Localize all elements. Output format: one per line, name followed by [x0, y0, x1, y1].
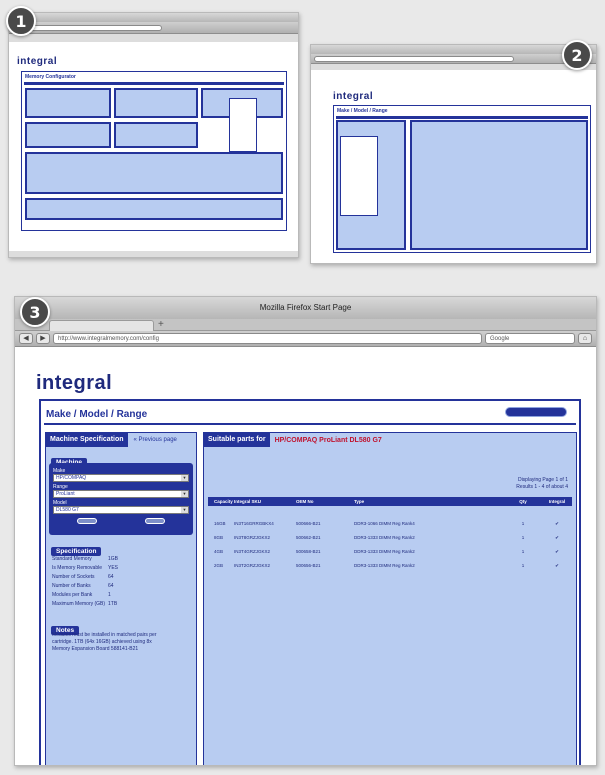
spec-row: Standard Memory 1GB	[52, 556, 119, 562]
selected-machine: HP/COMPAQ ProLiant DL580 G7	[274, 436, 382, 444]
model-select[interactable]: DL580 G7 ▼	[53, 506, 189, 514]
bookmarks-bar	[9, 34, 298, 42]
results-panel	[410, 120, 588, 250]
screenshot-1: integral Memory Configurator	[8, 12, 299, 258]
back-icon[interactable]: ◀	[19, 333, 33, 344]
page-content: integral Make / Model / Range Machine Sp…	[15, 347, 596, 765]
tab-bar: +	[15, 319, 596, 331]
window-titlebar	[311, 45, 596, 54]
reset-button[interactable]	[77, 518, 97, 524]
page-title: Make / Model / Range	[337, 108, 388, 114]
part-search-box	[114, 122, 198, 148]
table-row: 8GB IN3T8GRZJGKX2 500662-B21 DDR3-1333 D…	[208, 533, 572, 543]
address-bar[interactable]: http://www.integralmemory.com/config	[53, 333, 482, 344]
range-panel: Make / Model / Range	[333, 105, 591, 253]
results-panel: Suitable parts for HP/COMPAQ ProLiant DL…	[203, 432, 577, 765]
main-panel: Make / Model / Range Machine Specificati…	[39, 399, 581, 765]
add-to-basket-icon[interactable]: ✔	[542, 547, 572, 557]
screenshot-2: integral Make / Model / Range	[310, 44, 597, 264]
spec-row: Maximum Memory (GB) 1TB	[52, 601, 118, 607]
machine-box: Make HP/COMPAQ ▼ Range ProLiant ▼ Model DL…	[49, 463, 193, 535]
model-list[interactable]	[340, 136, 378, 216]
window-title: Mozilla Firefox Start Page	[15, 297, 596, 319]
make-select[interactable]: HP/COMPAQ ▼	[53, 474, 189, 482]
configurator-panel: Memory Configurator	[21, 71, 287, 231]
notes-text: Modules must be installed in matched pai…	[52, 632, 157, 652]
new-tab-icon[interactable]: +	[158, 319, 164, 330]
browser-toolbar	[311, 54, 596, 64]
chevron-down-icon: ▼	[181, 507, 188, 513]
product-range-box	[25, 198, 283, 220]
screenshot-3: Mozilla Firefox Start Page + ◀ ▶ http://…	[14, 296, 597, 766]
add-to-basket-icon[interactable]: ✔	[542, 561, 572, 571]
intro-box	[25, 88, 111, 118]
status-bar	[9, 251, 298, 257]
browser-tab[interactable]	[49, 320, 154, 331]
manufacturer-box	[25, 152, 283, 194]
product-range-button[interactable]	[505, 407, 567, 417]
spec-list: Standard Memory 1GB Is Memory Removable YE…	[52, 555, 118, 609]
panel-title: Machine Specification	[46, 433, 128, 447]
results-title: Suitable parts for	[204, 433, 270, 447]
site-logo: integral	[333, 91, 374, 102]
quick-search-box	[25, 122, 111, 148]
table-row: 16GB IN3T16GRRGBKX4 500666-B21 DDR3-1066…	[208, 519, 572, 529]
home-icon[interactable]: ⌂	[578, 333, 592, 344]
search-box[interactable]: Google	[485, 333, 575, 344]
spec-row: Is Memory Removable YES	[52, 565, 119, 571]
spec-row: Modules per Bank 1	[52, 592, 111, 598]
go-button[interactable]	[145, 518, 165, 524]
machine-spec-panel: Machine Specification « Previous page Ma…	[45, 432, 197, 765]
add-to-basket-icon[interactable]: ✔	[542, 519, 572, 529]
page-title: Make / Model / Range	[46, 409, 148, 420]
bookmarks-bar	[311, 64, 596, 70]
site-logo: integral	[17, 56, 58, 67]
browser-toolbar	[9, 22, 298, 34]
dropdown-list[interactable]	[229, 98, 257, 152]
browser-toolbar: ◀ ▶ http://www.integralmemory.com/config…	[15, 331, 596, 347]
table-row: 4GB IN3T4GRZJGKX2 500658-B21 DDR3-1333 D…	[208, 547, 572, 557]
table-row: 2GB IN3T2GRZJGKX2 500656-B21 DDR3-1333 D…	[208, 561, 572, 571]
site-logo: integral	[36, 372, 113, 394]
step-badge-1: 1	[6, 6, 36, 36]
address-bar[interactable]	[314, 55, 514, 62]
table-header: Capacity Integral SKU OEM No Type Qty In…	[208, 497, 572, 506]
chevron-down-icon: ▼	[181, 491, 188, 497]
paging-info: Displaying Page 1 of 1 Results 1 - 4 of …	[516, 477, 568, 490]
spec-row: Number of Banks 64	[52, 583, 114, 589]
step-badge-3: 3	[20, 297, 50, 327]
add-to-basket-icon[interactable]: ✔	[542, 533, 572, 543]
divider	[44, 423, 576, 425]
page-title: Memory Configurator	[25, 74, 76, 80]
chevron-down-icon: ▼	[181, 475, 188, 481]
range-select[interactable]: ProLiant ▼	[53, 490, 189, 498]
previous-page-link[interactable]: « Previous page	[134, 437, 177, 443]
spec-row: Number of Sockets 64	[52, 574, 114, 580]
step-badge-2: 2	[562, 40, 592, 70]
wizard-box	[114, 88, 198, 118]
forward-icon[interactable]: ▶	[36, 333, 50, 344]
window-titlebar	[9, 13, 298, 22]
